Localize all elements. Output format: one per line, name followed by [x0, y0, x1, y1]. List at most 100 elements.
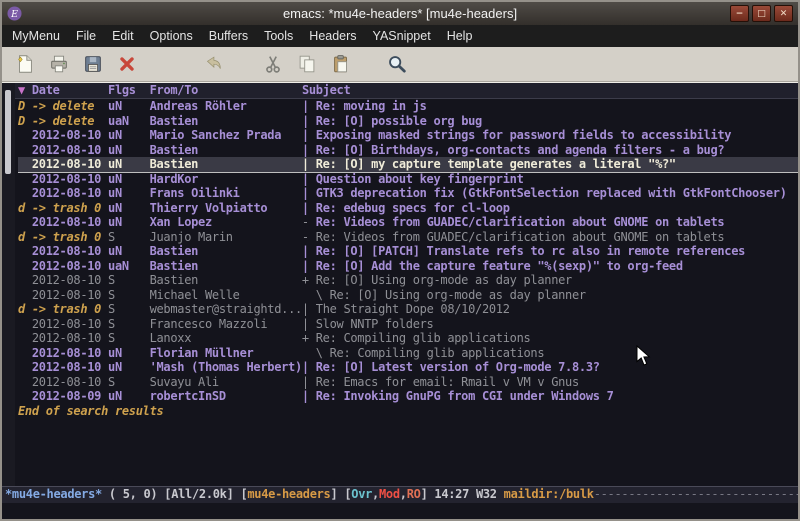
row-segment: uaN — [108, 114, 150, 128]
modeline-segment: mu4e-headers — [247, 487, 330, 501]
paste-icon[interactable] — [326, 50, 356, 78]
row-segment: 2012-08-10 S Michael Welle \ Re: [O] Usi… — [18, 288, 586, 302]
modeline-segment: , — [372, 487, 379, 501]
mode-line: *mu4e-headers* ( 5, 0) [All/2.0k] [mu4e-… — [2, 486, 798, 503]
row-segment: S webmaster@straightd...| The Straight D… — [108, 302, 510, 316]
row-segment: 2012-08-10 S Francesco Mazzoli | Slow NN… — [18, 317, 433, 331]
message-row[interactable]: D -> delete uN Andreas Röhler | Re: movi… — [18, 99, 798, 114]
cut-icon[interactable] — [258, 50, 288, 78]
row-segment: 2012-08-10 uN Bastien | Re: [O] Birthday… — [18, 143, 724, 157]
menu-headers[interactable]: Headers — [301, 26, 364, 46]
column-date[interactable]: Date — [32, 83, 108, 97]
message-row[interactable]: 2012-08-10 uN HardKor | Question about k… — [18, 172, 798, 187]
row-segment: 2012-08-10 S Bastien + Re: [O] Using org… — [18, 273, 572, 287]
row-segment: 2012-08-10 uN Frans Oilinki | GTK3 depre… — [18, 186, 787, 200]
menu-buffers[interactable]: Buffers — [201, 26, 256, 46]
menu-bar: MyMenuFileEditOptionsBuffersToolsHeaders… — [2, 25, 798, 47]
menu-help[interactable]: Help — [439, 26, 481, 46]
column-flags[interactable]: Flgs — [108, 83, 150, 97]
modeline-segment: ] 14:27 W32 — [421, 487, 504, 501]
scrollbar-thumb[interactable] — [5, 90, 11, 174]
menu-edit[interactable]: Edit — [104, 26, 142, 46]
search-icon[interactable] — [382, 50, 412, 78]
sort-indicator[interactable]: ▼ — [18, 83, 32, 97]
message-row[interactable]: d -> trash 0 S webmaster@straightd...| T… — [18, 302, 798, 317]
close-icon[interactable] — [112, 50, 142, 78]
message-row[interactable]: 2012-08-10 uN Bastien | Re: [O] [PATCH] … — [18, 244, 798, 259]
toolbar-group — [382, 50, 416, 78]
row-segment: \ Re: Compiling glib applications — [302, 346, 544, 360]
message-row[interactable]: 2012-08-10 S Lanoxx + Re: Compiling glib… — [18, 331, 798, 346]
message-row[interactable]: 2012-08-10 uN Mario Sanchez Prada | Expo… — [18, 128, 798, 143]
message-row[interactable]: 2012-08-09 uN robertcInSD | Re: Invoking… — [18, 389, 798, 404]
modeline-segment: , — [400, 487, 407, 501]
menu-yasnippet[interactable]: YASnippet — [365, 26, 439, 46]
row-segment: - — [302, 215, 316, 229]
new-file-icon[interactable] — [10, 50, 40, 78]
toolbar-group — [10, 50, 146, 78]
column-from[interactable]: From/To — [150, 83, 302, 97]
row-segment: D -> delete — [18, 114, 108, 128]
row-segment: | Re: [O] possible org bug — [302, 114, 482, 128]
row-segment: | Re: moving in js — [302, 99, 427, 113]
maximize-button[interactable]: □ — [752, 5, 771, 22]
row-segment: Andreas Röhler — [150, 99, 302, 113]
toolbar-group — [198, 50, 232, 78]
close-button[interactable]: ✕ — [774, 5, 793, 22]
window-title: emacs: *mu4e-headers* [mu4e-headers] — [2, 6, 798, 21]
message-row[interactable]: d -> trash 0 uN Thierry Volpiatto | Re: … — [18, 201, 798, 216]
row-segment: d -> trash 0 — [18, 230, 108, 244]
message-row[interactable]: 2012-08-10 uaN Bastien | Re: [O] Add the… — [18, 259, 798, 274]
row-segment: S Juanjo Marin - Re: Videos from GUADEC/… — [108, 230, 724, 244]
row-segment: 2012-08-09 uN robertcInSD | Re: Invoking… — [18, 389, 614, 403]
modeline-segment: *mu4e-headers* — [5, 487, 102, 501]
column-subject[interactable]: Subject — [302, 83, 350, 97]
echo-area[interactable] — [2, 503, 798, 519]
message-row[interactable]: d -> trash 0 S Juanjo Marin - Re: Videos… — [18, 230, 798, 245]
row-segment: uN — [108, 99, 150, 113]
header-line[interactable]: ▼ Date Flgs From/To Subject — [2, 83, 798, 99]
message-row[interactable]: 2012-08-10 uN Frans Oilinki | GTK3 depre… — [18, 186, 798, 201]
minimize-button[interactable]: − — [730, 5, 749, 22]
row-segment: 2012-08-10 uaN Bastien | Re: [O] Add the… — [18, 259, 683, 273]
menu-tools[interactable]: Tools — [256, 26, 301, 46]
copy-icon[interactable] — [292, 50, 322, 78]
row-segment: D -> delete — [18, 99, 108, 113]
undo-icon[interactable] — [198, 50, 228, 78]
message-row[interactable]: 2012-08-10 uN Bastien | Re: [O] Birthday… — [18, 143, 798, 158]
message-row[interactable]: 2012-08-10 uN Xan Lopez - Re: Videos fro… — [18, 215, 798, 230]
row-segment: 2012-08-10 uN HardKor | Question about k… — [18, 172, 524, 186]
modeline-segment: ----------------------------------------… — [594, 487, 798, 501]
scrollbar[interactable] — [2, 83, 15, 486]
row-segment: 2012-08-10 uN Mario Sanchez Prada | Expo… — [18, 128, 731, 142]
row-segment: 2012-08-10 uN 'Mash (Thomas Herbert)| Re… — [18, 360, 600, 374]
modeline-segment: ( 5, 0) [All/2.0k] [ — [102, 487, 247, 501]
row-segment: d -> trash 0 — [18, 302, 108, 316]
message-row[interactable]: 2012-08-10 S Suvayu Ali | Re: Emacs for … — [18, 375, 798, 390]
menu-options[interactable]: Options — [142, 26, 201, 46]
menu-file[interactable]: File — [68, 26, 104, 46]
message-row[interactable]: D -> delete uaN Bastien | Re: [O] possib… — [18, 114, 798, 129]
message-row[interactable]: 2012-08-10 uN 'Mash (Thomas Herbert)| Re… — [18, 360, 798, 375]
message-row[interactable]: 2012-08-10 S Michael Welle \ Re: [O] Usi… — [18, 288, 798, 303]
svg-text:E: E — [10, 9, 18, 20]
print-icon[interactable] — [44, 50, 74, 78]
message-row[interactable]: 2012-08-10 uN Florian Müllner \ Re: Comp… — [18, 346, 798, 361]
title-bar[interactable]: E emacs: *mu4e-headers* [mu4e-headers] −… — [2, 2, 798, 25]
modeline-segment: Mod — [379, 487, 400, 501]
save-icon[interactable] — [78, 50, 108, 78]
menu-mymenu[interactable]: MyMenu — [4, 26, 68, 46]
row-segment: 2012-08-10 uN Bastien | Re: [O] [PATCH] … — [18, 244, 745, 258]
modeline-segment: ] [ — [330, 487, 351, 501]
message-row[interactable]: 2012-08-10 S Bastien + Re: [O] Using org… — [18, 273, 798, 288]
emacs-window: E emacs: *mu4e-headers* [mu4e-headers] −… — [0, 0, 800, 521]
buffer-area: ▼ Date Flgs From/To Subject D -> delete … — [2, 82, 798, 519]
row-segment: 2012-08-10 uN Florian Müllner — [18, 346, 302, 360]
message-row[interactable]: 2012-08-10 S Francesco Mazzoli | Slow NN… — [18, 317, 798, 332]
row-segment: 2012-08-10 uN Bastien | Re: [O] my captu… — [18, 157, 676, 171]
row-segment: d -> trash 0 — [18, 201, 108, 215]
message-list: D -> delete uN Andreas Röhler | Re: movi… — [18, 99, 798, 404]
window-controls: −□✕ — [727, 5, 793, 22]
headers-view[interactable]: ▼ Date Flgs From/To Subject D -> delete … — [2, 83, 798, 486]
message-row-current[interactable]: 2012-08-10 uN Bastien | Re: [O] my captu… — [18, 157, 798, 172]
